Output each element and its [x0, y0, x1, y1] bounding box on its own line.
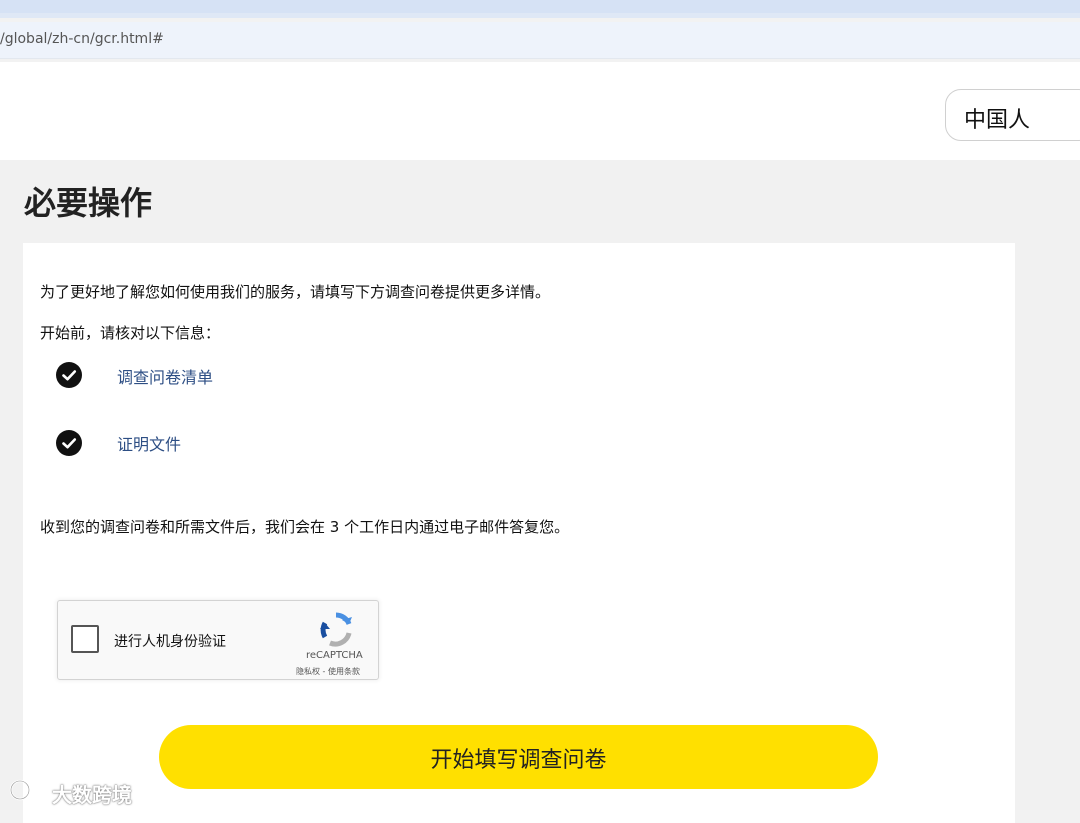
recaptcha-label: 进行人机身份验证 — [114, 634, 226, 650]
checklist-link-documents[interactable]: 证明文件 — [117, 431, 181, 455]
check-circle-icon — [56, 362, 82, 388]
checklist-link-questionnaire[interactable]: 调查问卷清单 — [117, 364, 213, 388]
watermark-logo-icon — [9, 778, 42, 801]
recaptcha-logo-icon — [316, 611, 356, 649]
reply-note-text: 收到您的调查问卷和所需文件后，我们会在 3 个工作日内通过电子邮件答复您。 — [40, 518, 570, 536]
watermark-text: 大数跨境 — [52, 783, 132, 807]
browser-tab-bar — [0, 0, 1080, 13]
page-title: 必要操作 — [24, 184, 153, 222]
recaptcha-widget: 进行人机身份验证 reCAPTCHA 隐私权 - 使用条款 — [57, 600, 379, 680]
browser-top-strip — [0, 0, 1080, 18]
recaptcha-privacy-terms-links[interactable]: 隐私权 - 使用条款 — [296, 666, 360, 677]
check-circle-icon — [56, 430, 82, 456]
watermark: 大数跨境 — [8, 775, 148, 807]
url-text[interactable]: /global/zh-cn/gcr.html# — [0, 31, 164, 47]
before-start-text: 开始前，请核对以下信息： — [40, 324, 221, 342]
recaptcha-brand: reCAPTCHA — [306, 650, 363, 661]
recaptcha-checkbox[interactable] — [71, 625, 99, 653]
language-select-value: 中国人 — [964, 108, 1031, 133]
start-questionnaire-label: 开始填写调查问卷 — [430, 748, 607, 773]
site-header — [0, 62, 1080, 160]
language-select[interactable]: 中国人 — [945, 89, 1080, 141]
start-questionnaire-button[interactable]: 开始填写调查问卷 — [159, 725, 878, 789]
address-bar[interactable]: /global/zh-cn/gcr.html# — [0, 22, 1080, 59]
intro-text: 为了更好地了解您如何使用我们的服务，请填写下方调查问卷提供更多详情。 — [40, 283, 551, 301]
